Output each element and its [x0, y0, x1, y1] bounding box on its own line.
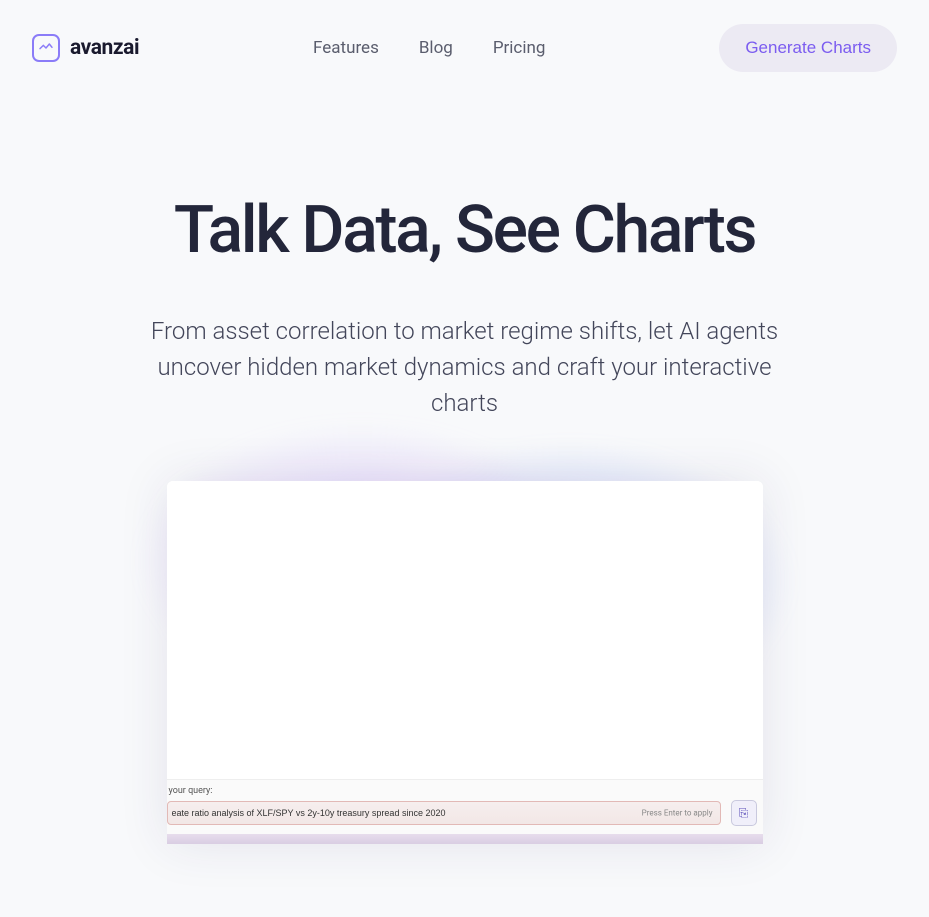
document-icon: ⎘ [739, 806, 749, 821]
brand[interactable]: avanzai [32, 34, 139, 62]
app-preview: your query: Press Enter to apply ⎘ [167, 481, 763, 844]
site-header: avanzai Features Blog Pricing Generate C… [0, 0, 929, 96]
brand-logo-icon [32, 34, 60, 62]
top-nav: Features Blog Pricing [313, 38, 545, 58]
preview-footer-strip [167, 834, 763, 844]
query-label: your query: [167, 786, 763, 796]
brand-name: avanzai [70, 36, 139, 60]
generate-charts-button[interactable]: Generate Charts [719, 24, 897, 72]
query-row: Press Enter to apply ⎘ [167, 800, 763, 834]
query-hint: Press Enter to apply [642, 809, 713, 818]
send-query-button[interactable]: ⎘ [731, 800, 757, 826]
nav-blog[interactable]: Blog [419, 38, 453, 58]
preview-canvas [167, 481, 763, 779]
hero-title: Talk Data, See Charts [60, 196, 869, 265]
preview-wrap: your query: Press Enter to apply ⎘ [0, 481, 929, 844]
preview-query-bar: your query: Press Enter to apply ⎘ [167, 779, 763, 834]
hero-section: Talk Data, See Charts From asset correla… [0, 196, 929, 421]
query-input[interactable] [167, 801, 721, 825]
nav-features[interactable]: Features [313, 38, 379, 58]
nav-pricing[interactable]: Pricing [493, 38, 546, 58]
query-input-wrap: Press Enter to apply [167, 801, 721, 825]
